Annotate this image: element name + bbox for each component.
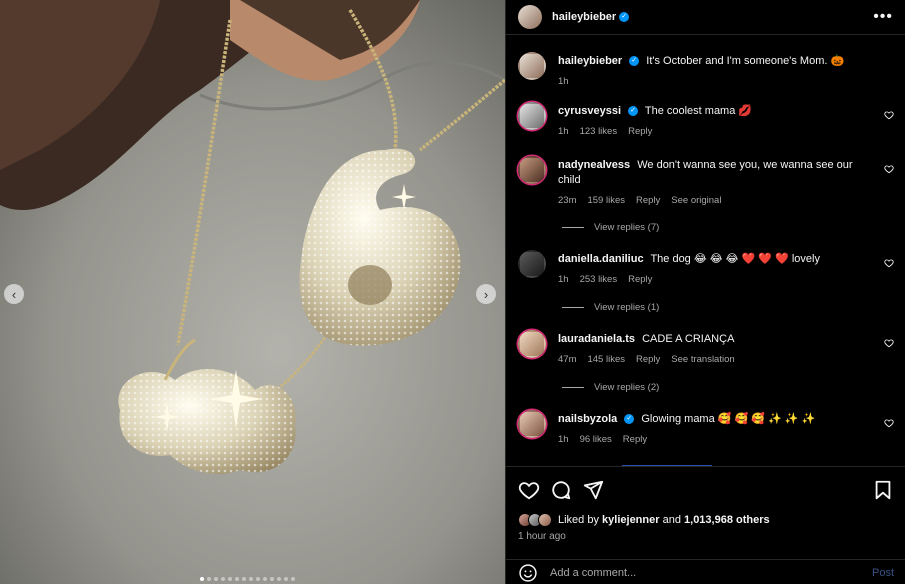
commenter-avatar[interactable] [518,156,546,184]
author-username[interactable]: haileybieber [552,11,616,23]
commenter-username[interactable]: cyrusveyssi [558,105,621,117]
commenter-avatar[interactable] [518,330,546,358]
comment-time[interactable]: 47m [558,352,576,367]
post-actions: Liked by kyliejenner and 1,013,968 other… [506,466,905,584]
commenter-avatar[interactable] [518,250,546,278]
carousel-dot [277,577,281,581]
carousel-dot [214,577,218,581]
comment-bubble-icon[interactable] [550,479,572,501]
reply-button[interactable]: Reply [628,272,652,287]
comment-text: The coolest mama 💋 [644,105,753,117]
carousel-dot [228,577,232,581]
verified-badge-icon: ✓ [629,56,640,67]
comment-time[interactable]: 1h [558,124,569,139]
carousel-dot [256,577,260,581]
comment-like-heart-icon[interactable] [884,110,894,120]
carousel-dot [291,577,295,581]
liked-by-user[interactable]: kyliejenner [602,514,659,526]
reply-button[interactable]: Reply [628,124,652,139]
caption-time: 1h [558,76,569,87]
verified-badge-icon: ✓ [624,414,635,425]
carousel-dot [221,577,225,581]
caption-username[interactable]: haileybieber [558,55,622,67]
emoji-icon[interactable] [518,563,538,583]
replies-divider [562,307,584,308]
commenter-username[interactable]: nadynealvess [558,159,630,171]
liker-avatars [518,513,552,527]
comment-likes[interactable]: 96 likes [580,432,612,447]
carousel-prev-button[interactable]: ‹ [4,284,24,304]
comment-text: Glowing mama 🥰 🥰 🥰 ✨ ✨ ✨ [641,413,816,425]
caption-avatar[interactable] [518,52,546,80]
reply-button[interactable]: Reply [636,352,660,367]
see-original-link[interactable]: See original [671,193,721,208]
like-heart-icon[interactable] [518,479,540,501]
share-paper-plane-icon[interactable] [582,479,604,501]
commenter-username[interactable]: daniella.daniliuc [558,253,644,265]
liked-by-and: and [662,514,681,526]
comment-likes[interactable]: 145 likes [587,352,625,367]
comment-like-heart-icon[interactable] [884,338,894,348]
carousel-next-button[interactable]: › [476,284,496,304]
liker-avatar [538,513,552,527]
view-replies-button[interactable]: View replies (1) [562,302,659,313]
comment-like-heart-icon[interactable] [884,418,894,428]
comments-list[interactable]: haileybieber ✓ It's October and I'm someo… [506,36,905,466]
comment-input[interactable] [550,566,872,579]
comment-like-heart-icon[interactable] [884,164,894,174]
post-media[interactable]: ‹ › [0,0,505,584]
post-timestamp[interactable]: 1 hour ago [518,531,566,542]
comment-text: The dog 😂 😂 😂 ❤️ ❤️ ❤️ lovely [650,253,820,265]
post-comment-button[interactable]: Post [872,567,894,579]
comment-like-heart-icon[interactable] [884,258,894,268]
more-options-icon[interactable]: ••• [873,8,893,26]
comment-time[interactable]: 1h [558,432,569,447]
verified-badge-icon: ✓ [619,12,630,22]
carousel-dot [270,577,274,581]
post-side-panel: haileybieber ✓ ••• haileybieber ✓ It's Oc… [505,0,905,584]
view-replies-label: View replies (2) [594,382,660,393]
comment-time[interactable]: 1h [558,272,569,287]
commenter-username[interactable]: lauradaniela.ts [558,333,635,345]
carousel-dots [200,577,295,581]
likes-summary[interactable]: Liked by kyliejenner and 1,013,968 other… [518,513,770,527]
view-replies-button[interactable]: View replies (2) [562,382,659,393]
comment-likes[interactable]: 159 likes [587,193,625,208]
commenter-avatar[interactable] [518,410,546,438]
author-avatar[interactable] [518,5,542,29]
comment-likes[interactable]: 123 likes [580,124,618,139]
carousel-dot [249,577,253,581]
verified-badge-icon: ✓ [628,106,638,117]
replies-divider [562,227,584,228]
carousel-dot [284,577,288,581]
liked-by-prefix: Liked by [558,514,599,526]
commenter-username[interactable]: nailsbyzola [558,413,617,425]
comment-likes[interactable]: 253 likes [580,272,618,287]
carousel-dot [242,577,246,581]
liked-by-others[interactable]: 1,013,968 others [684,514,770,526]
add-comment-bar: Post [506,559,905,584]
see-translation-link[interactable]: See translation [671,352,734,367]
caption-text: It's October and I'm someone's Mom. 🎃 [646,55,845,67]
save-bookmark-icon[interactable] [872,479,894,501]
carousel-dot [263,577,267,581]
view-replies-label: View replies (7) [594,222,660,233]
view-replies-label: View replies (1) [594,302,660,313]
comment-text: CADE A CRIANÇA [642,333,735,345]
necklace-photo [0,0,505,584]
view-replies-button[interactable]: View replies (7) [562,222,659,233]
post-header: haileybieber ✓ ••• [506,0,905,35]
reply-button[interactable]: Reply [636,193,660,208]
comment-time[interactable]: 23m [558,193,576,208]
carousel-dot [207,577,211,581]
replies-divider [562,387,584,388]
carousel-dot [200,577,204,581]
commenter-avatar[interactable] [518,102,546,130]
reply-button[interactable]: Reply [623,432,647,447]
carousel-dot [235,577,239,581]
